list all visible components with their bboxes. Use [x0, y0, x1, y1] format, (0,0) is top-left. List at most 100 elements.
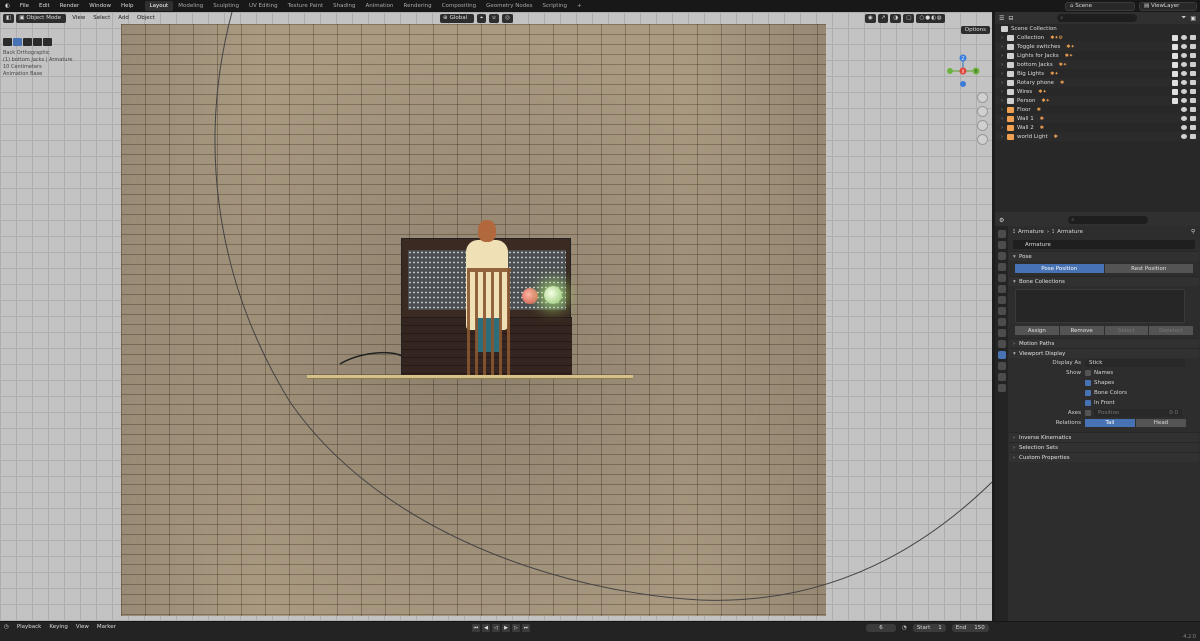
tab-sculpting[interactable]: Sculpting — [208, 1, 244, 11]
physics-tab-icon[interactable] — [997, 329, 1006, 337]
options-button[interactable]: Options — [960, 26, 990, 34]
world-tab-icon[interactable] — [997, 285, 1006, 293]
in-front-checkbox[interactable] — [1085, 400, 1091, 406]
play-reverse-icon[interactable]: ◁ — [492, 624, 500, 632]
render-camera-icon[interactable] — [1190, 34, 1196, 40]
bone-tab-icon[interactable] — [997, 362, 1006, 370]
end-frame-field[interactable]: End 150 — [951, 624, 989, 632]
select-button[interactable]: Select — [1104, 326, 1149, 335]
xray-button[interactable]: ▢ — [903, 13, 915, 23]
axes-checkbox[interactable] — [1085, 410, 1091, 416]
render-camera-icon[interactable] — [1190, 52, 1196, 58]
exclude-checkbox[interactable] — [1172, 88, 1178, 95]
render-camera-icon[interactable] — [1190, 125, 1196, 130]
clock-icon[interactable]: ◔ — [902, 625, 907, 631]
texture-tab-icon[interactable] — [997, 384, 1006, 392]
overlay-button[interactable]: ◑ — [890, 13, 902, 23]
tab-shading[interactable]: Shading — [328, 1, 360, 11]
select-extend-icon[interactable] — [23, 38, 32, 46]
tab-layout[interactable]: Layout — [144, 1, 174, 11]
tab-rendering[interactable]: Rendering — [399, 1, 437, 11]
tool-tab-icon[interactable] — [997, 230, 1006, 238]
menu-window[interactable]: Window — [84, 3, 116, 9]
eye-icon[interactable] — [1181, 88, 1187, 94]
prev-key-icon[interactable]: ◀ — [482, 624, 490, 632]
render-camera-icon[interactable] — [1190, 116, 1196, 121]
deselect-button[interactable]: Deselect — [1149, 326, 1193, 335]
eye-icon[interactable] — [1181, 107, 1187, 112]
timeline-menu-playback[interactable]: Playback — [17, 624, 42, 630]
rendered-shading-icon[interactable]: ◍ — [937, 15, 942, 21]
scene-selector[interactable]: ⌂ Scene — [1065, 1, 1135, 11]
exclude-checkbox[interactable] — [1172, 70, 1178, 77]
pivot-button[interactable]: ⌖ — [477, 13, 487, 23]
output-tab-icon[interactable] — [997, 252, 1006, 260]
rest-position-button[interactable]: Rest Position — [1104, 264, 1193, 273]
inverse-kinematics-header[interactable]: › Inverse Kinematics — [1009, 432, 1199, 442]
timeline-menu-view[interactable]: View — [76, 624, 89, 630]
shapes-checkbox[interactable] — [1085, 380, 1091, 386]
tab-texture-paint[interactable]: Texture Paint — [283, 1, 329, 11]
display-as-dropdown[interactable]: Stick — [1085, 359, 1185, 367]
outliner-item[interactable]: › Wall 2 ✱ — [995, 123, 1200, 132]
custom-properties-header[interactable]: › Custom Properties — [1009, 452, 1199, 462]
remove-button[interactable]: Remove — [1059, 326, 1104, 335]
render-camera-icon[interactable] — [1190, 70, 1196, 76]
bone-collections-header[interactable]: ▾ Bone Collections — [1009, 276, 1199, 286]
ortho-toggle-icon[interactable] — [977, 134, 988, 145]
viewport-menu-add[interactable]: Add — [114, 15, 133, 21]
exclude-checkbox[interactable] — [1172, 52, 1178, 59]
render-camera-icon[interactable] — [1190, 43, 1196, 49]
tab-animation[interactable]: Animation — [360, 1, 398, 11]
blender-logo-icon[interactable]: ◐ — [0, 3, 15, 9]
relations-head-button[interactable]: Head — [1136, 419, 1186, 427]
outliner-item[interactable]: › Floor ✱ — [995, 105, 1200, 114]
timeline-editor-icon[interactable]: ◷ — [4, 624, 9, 630]
eye-icon[interactable] — [1181, 70, 1187, 76]
camera-view-icon[interactable] — [977, 120, 988, 131]
exclude-checkbox[interactable] — [1172, 34, 1178, 41]
cursor-tool-icon[interactable] — [3, 38, 12, 46]
bone-collections-list[interactable] — [1015, 289, 1185, 323]
exclude-checkbox[interactable] — [1172, 43, 1178, 50]
render-camera-icon[interactable] — [1190, 134, 1196, 139]
timeline-menu-keying[interactable]: Keying — [49, 624, 67, 630]
play-icon[interactable]: ▶ — [502, 624, 510, 632]
select-invert-icon[interactable] — [43, 38, 52, 46]
zoom-icon[interactable] — [977, 92, 988, 103]
menu-edit[interactable]: Edit — [34, 3, 55, 9]
timeline-menu-marker[interactable]: Marker — [97, 624, 116, 630]
outliner-item[interactable]: › Collection ✱✦⚙ — [995, 33, 1200, 42]
pose-panel-header[interactable]: ▾ Pose — [1009, 251, 1199, 261]
tab-scripting[interactable]: Scripting — [538, 1, 572, 11]
eye-icon[interactable] — [1181, 97, 1187, 103]
tab-geometry-nodes[interactable]: Geometry Nodes — [481, 1, 537, 11]
jump-start-icon[interactable]: ⏮ — [472, 624, 480, 632]
gizmo-button[interactable]: ↗ — [877, 13, 889, 23]
filter-icon[interactable]: ⏷ — [1182, 14, 1187, 22]
modifier-tab-icon[interactable] — [997, 318, 1006, 326]
eye-icon[interactable] — [1181, 34, 1187, 40]
axes-position-field[interactable]: Position 0.0 — [1094, 409, 1182, 417]
render-camera-icon[interactable] — [1190, 88, 1196, 94]
eye-icon[interactable] — [1181, 116, 1187, 121]
eye-icon[interactable] — [1181, 61, 1187, 67]
eye-icon[interactable] — [1181, 43, 1187, 49]
navigation-gizmo[interactable]: Z Y X — [946, 54, 980, 88]
render-tab-icon[interactable] — [997, 241, 1006, 249]
outliner-item[interactable]: › bottom Jacks ✱✦ — [995, 60, 1200, 69]
outliner-item[interactable]: › Wall 1 ✱ — [995, 114, 1200, 123]
outliner-root[interactable]: Scene Collection — [995, 24, 1200, 33]
render-camera-icon[interactable] — [1190, 79, 1196, 85]
eye-icon[interactable] — [1181, 52, 1187, 58]
tab-compositing[interactable]: Compositing — [437, 1, 481, 11]
editor-type-button[interactable]: ◧ — [3, 13, 15, 23]
pan-icon[interactable] — [977, 106, 988, 117]
pin-icon[interactable]: ⚲ — [1191, 229, 1195, 235]
menu-file[interactable]: File — [15, 3, 34, 9]
render-camera-icon[interactable] — [1190, 61, 1196, 67]
selection-sets-header[interactable]: › Selection Sets — [1009, 442, 1199, 452]
exclude-checkbox[interactable] — [1172, 61, 1178, 68]
material-shading-icon[interactable]: ◐ — [931, 15, 936, 21]
view-layer-selector[interactable]: ▤ ViewLayer — [1139, 1, 1197, 11]
